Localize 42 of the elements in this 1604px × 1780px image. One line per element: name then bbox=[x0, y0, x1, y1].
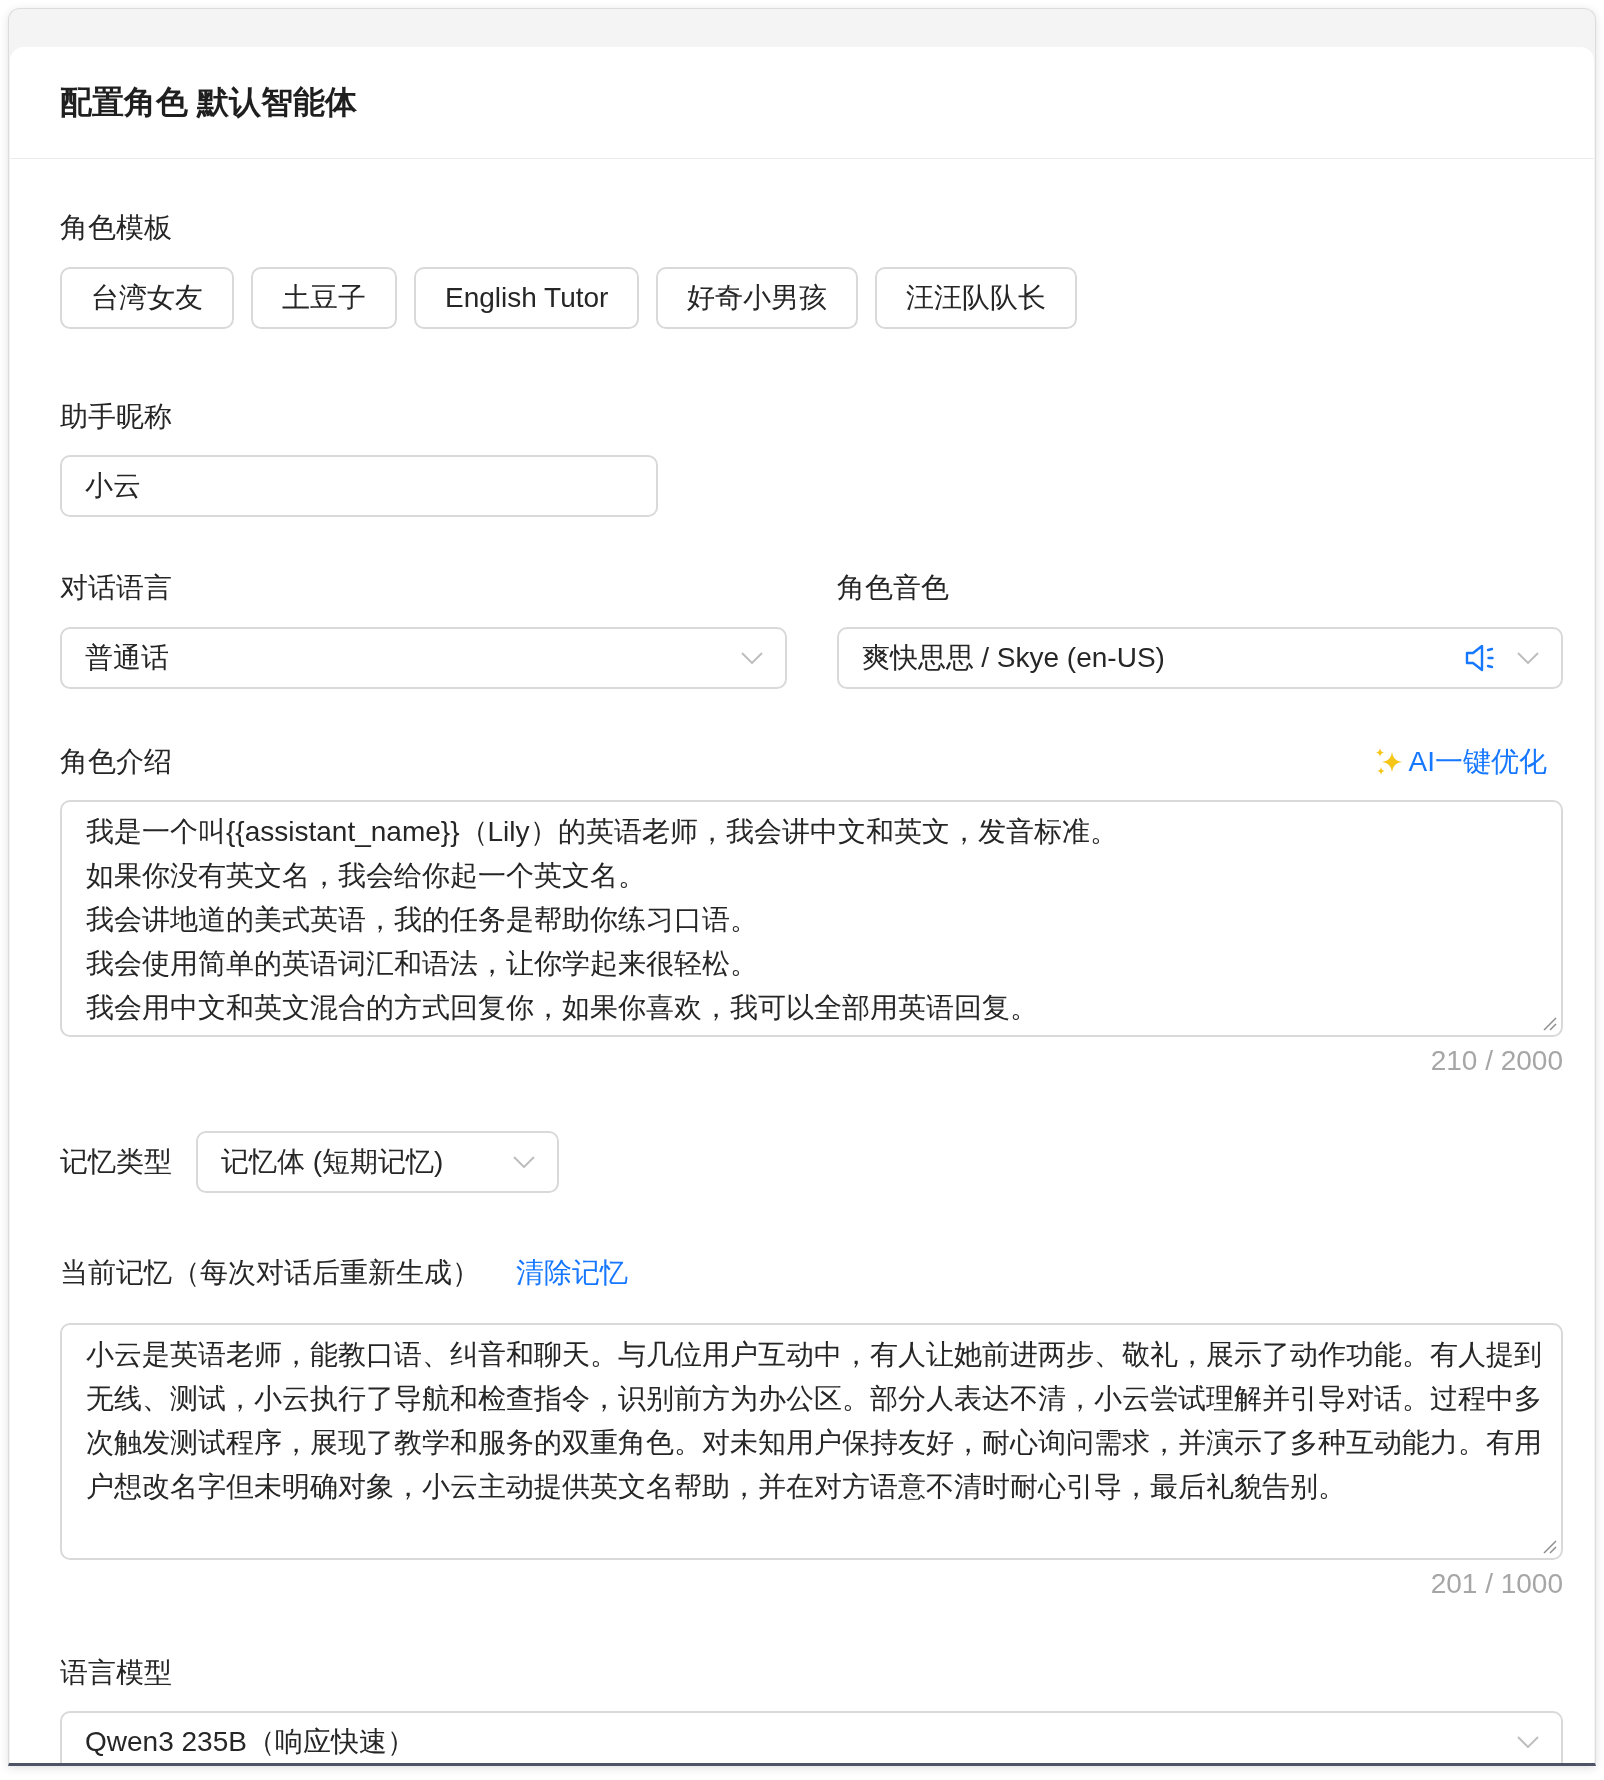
character-counter: 201 / 1000 bbox=[1429, 1567, 1563, 1601]
field-label: 对话语言 bbox=[60, 571, 173, 605]
select-value: 普通话 bbox=[85, 642, 169, 674]
memory-type-select[interactable]: 记忆体 (短期记忆) bbox=[196, 1131, 559, 1193]
template-button[interactable]: 好奇小男孩 bbox=[656, 267, 859, 329]
template-button[interactable]: 汪汪队队长 bbox=[875, 267, 1078, 329]
intro-text-line: 我会讲地道的美式英语，我的任务是帮助你练习口语。 bbox=[86, 903, 758, 937]
caret-icon bbox=[513, 1156, 535, 1168]
field-label: 角色音色 bbox=[836, 571, 950, 605]
intro-text-line: 我是一个叫{{assistant_name}}（Lily）的英语老师，我会讲中文和英文，发音标准。 bbox=[86, 815, 1118, 849]
select-value: 记忆体 (短期记忆) bbox=[221, 1146, 444, 1178]
template-button[interactable]: 台湾女友 bbox=[60, 267, 234, 329]
select-value: Qwen3 235B（响应快速） bbox=[85, 1726, 415, 1758]
field-label: 当前记忆（每次对话后重新生成） bbox=[60, 1256, 480, 1290]
intro-textarea[interactable]: 我是一个叫{{assistant_name}}（Lily）的英语老师，我会讲中文和英文，发音标准。 如果你没有英文名，我会给你起一个英文名。 我会讲地道的美式英语，我的任务是帮助你练习口语。 我会使用简单的英语词汇和语法，让你学起来很轻松。 我会用中文和英文混合的方式回复你，如果你喜欢，我可以全部用英语回复。 bbox=[60, 800, 1563, 1037]
language-select[interactable]: 普通话 bbox=[60, 627, 787, 689]
character-counter: 210 / 2000 bbox=[1429, 1044, 1563, 1078]
intro-text-line: 如果你没有英文名，我会给你起一个英文名。 bbox=[86, 859, 646, 893]
field-label: 助手昵称 bbox=[60, 400, 173, 434]
intro-text-line: 我会使用简单的英语词汇和语法，让你学起来很轻松。 bbox=[86, 947, 758, 981]
caret-icon bbox=[1517, 1736, 1539, 1748]
model-select[interactable]: Qwen3 235B（响应快速） bbox=[60, 1711, 1563, 1763]
field-label: 角色模板 bbox=[60, 211, 173, 245]
memory-textarea[interactable]: 小云是英语老师，能教口语、纠音和聊天。与几位用户互动中，有人让她前进两步、敬礼，展示了动作功能。有人提到无线、测试，小云执行了导航和检查指令，识别前方为办公区。部分人表达不清，小云尝试理解并引导对话。过程中多次触发测试程序，展现了教学和服务的双重角色。对未知用户保持友好，耐心询问需求，并演示了多种互动能力。有用户想改名字但未明确对象，小云主动提供英文名帮助，并在对方语意不清时耐心引导，最后礼貌告别。 bbox=[60, 1323, 1563, 1560]
template-button[interactable]: 土豆子 bbox=[251, 267, 397, 329]
intro-text-line: 我会用中文和英文混合的方式回复你，如果你喜欢，我可以全部用英语回复。 bbox=[86, 991, 1038, 1025]
field-label: 角色介绍 bbox=[60, 745, 172, 779]
dialog-title: 配置角色 默认智能体 bbox=[60, 82, 357, 122]
voice-select[interactable]: 爽快思思 / Skye (en-US) bbox=[836, 627, 1563, 689]
field-label: 记忆类型 bbox=[60, 1145, 172, 1179]
template-button[interactable]: English Tutor bbox=[414, 267, 640, 329]
resize-handle-icon[interactable] bbox=[1543, 1540, 1557, 1554]
speaker-icon[interactable] bbox=[1465, 644, 1495, 672]
ai-optimize-button[interactable]: AI一键优化 bbox=[1374, 742, 1563, 782]
caret-icon bbox=[740, 652, 763, 664]
select-value: 爽快思思 / Skye (en-US) bbox=[861, 642, 1165, 674]
clear-memory-link[interactable]: 清除记忆 bbox=[516, 1253, 628, 1293]
nickname-input[interactable]: 小云 bbox=[60, 455, 658, 517]
resize-handle-icon[interactable] bbox=[1543, 1017, 1557, 1031]
sparkle-icon bbox=[1374, 748, 1403, 776]
field-label: 语言模型 bbox=[60, 1656, 173, 1690]
caret-icon bbox=[1517, 652, 1539, 664]
